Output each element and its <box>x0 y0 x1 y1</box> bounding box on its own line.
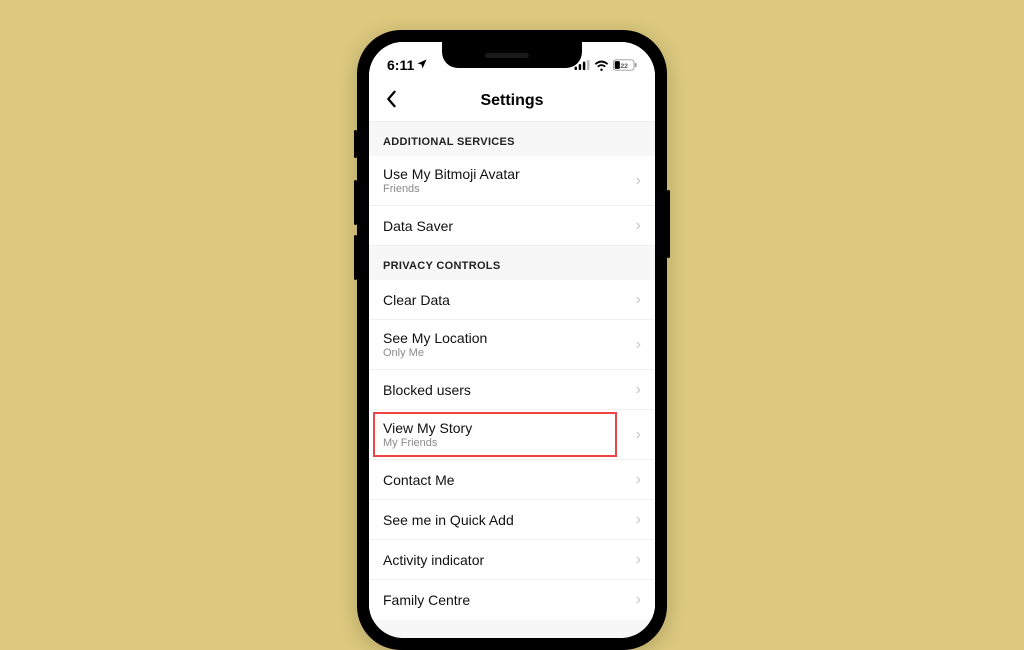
row-label: Use My Bitmoji Avatar <box>383 166 520 182</box>
row-use-my-bitmoji-avatar[interactable]: Use My Bitmoji Avatar Friends › <box>369 156 655 206</box>
row-clear-data[interactable]: Clear Data › <box>369 280 655 320</box>
chevron-right-icon: › <box>636 591 641 609</box>
row-label: See My Location <box>383 330 487 346</box>
row-label: Blocked users <box>383 382 471 398</box>
row-sub: Friends <box>383 183 520 195</box>
row-label: Contact Me <box>383 472 455 488</box>
chevron-right-icon: › <box>636 426 641 444</box>
row-see-my-location[interactable]: See My Location Only Me › <box>369 320 655 370</box>
chevron-left-icon <box>385 90 397 108</box>
chevron-right-icon: › <box>636 336 641 354</box>
row-family-centre[interactable]: Family Centre › <box>369 580 655 620</box>
chevron-right-icon: › <box>636 217 641 235</box>
row-view-my-story[interactable]: View My Story My Friends › <box>369 410 655 460</box>
location-icon <box>416 57 428 73</box>
mute-switch <box>354 130 357 158</box>
row-see-me-in-quick-add[interactable]: See me in Quick Add › <box>369 500 655 540</box>
status-time: 6:11 <box>387 57 414 73</box>
back-button[interactable] <box>377 84 405 118</box>
section-header-additional-services: ADDITIONAL SERVICES <box>369 122 655 156</box>
notch <box>442 42 582 68</box>
row-sub: My Friends <box>383 437 472 449</box>
row-blocked-users[interactable]: Blocked users › <box>369 370 655 410</box>
settings-content: ADDITIONAL SERVICES Use My Bitmoji Avata… <box>369 122 655 620</box>
nav-header: Settings <box>369 80 655 122</box>
row-label: Activity indicator <box>383 552 484 568</box>
chevron-right-icon: › <box>636 471 641 489</box>
phone-frame: 6:11 <box>357 30 667 650</box>
row-label: View My Story <box>383 420 472 436</box>
phone-screen: 6:11 <box>369 42 655 638</box>
power-button <box>667 190 670 258</box>
row-label: Data Saver <box>383 218 453 234</box>
row-data-saver[interactable]: Data Saver › <box>369 206 655 246</box>
chevron-right-icon: › <box>636 511 641 529</box>
volume-up-button <box>354 180 357 225</box>
row-activity-indicator[interactable]: Activity indicator › <box>369 540 655 580</box>
row-contact-me[interactable]: Contact Me › <box>369 460 655 500</box>
battery-icon: 22 <box>613 59 637 71</box>
chevron-right-icon: › <box>636 291 641 309</box>
row-label: Clear Data <box>383 292 450 308</box>
page-title: Settings <box>480 92 543 110</box>
battery-text: 22 <box>620 63 628 70</box>
row-sub: Only Me <box>383 347 487 359</box>
chevron-right-icon: › <box>636 381 641 399</box>
section-header-privacy-controls: PRIVACY CONTROLS <box>369 246 655 280</box>
row-label: See me in Quick Add <box>383 512 514 528</box>
chevron-right-icon: › <box>636 551 641 569</box>
volume-down-button <box>354 235 357 280</box>
wifi-icon <box>594 60 609 71</box>
chevron-right-icon: › <box>636 172 641 190</box>
row-label: Family Centre <box>383 592 470 608</box>
